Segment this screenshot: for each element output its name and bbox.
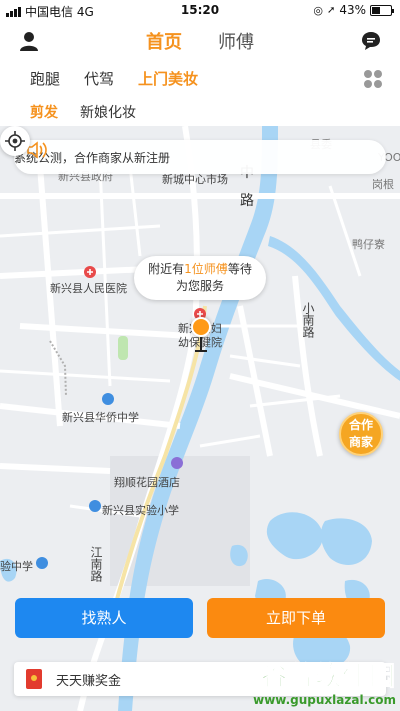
status-right: ◎ ➚ 43% — [313, 3, 394, 17]
location-pin-icon — [191, 317, 211, 337]
more-categories-icon[interactable] — [364, 70, 382, 88]
find-acquaintance-button[interactable]: 找熟人 — [15, 598, 193, 638]
map-label-huaqiao-school: 新兴县华侨中学 — [62, 411, 139, 424]
map-label-road-lu: 路 — [240, 193, 254, 209]
sub-service-row: 剪发 新娘化妆 — [30, 102, 136, 122]
tab-home[interactable]: 首页 — [146, 28, 182, 54]
reward-text: 天天赚奖金 — [56, 673, 122, 689]
map-label-mingxiang-road: 小南路 — [301, 302, 315, 338]
location-icon: ◎ — [313, 3, 323, 17]
map-label-gangtou: 岗根 — [372, 178, 394, 191]
subservice-bridal-makeup[interactable]: 新娘化妆 — [80, 102, 136, 122]
message-icon[interactable] — [360, 30, 382, 52]
map-label-hotel: 翔顺花园酒店 — [114, 476, 180, 489]
map-label-yazai: 鸭仔寮 — [352, 238, 385, 251]
watermark-title: 谷普软件园 — [260, 662, 396, 693]
map-view[interactable]: 新兴县政府 新城中心市场 中 路 县委 YOO 岗根 鸭仔寮 小南路 新兴县人民… — [0, 126, 400, 711]
partner-merchant-button[interactable]: 合作 商家 — [339, 412, 383, 456]
nearby-masters-bubble: 附近有1位师傅等待 为您服务 — [134, 256, 266, 300]
subservice-haircut[interactable]: 剪发 — [30, 102, 58, 122]
master-count: 1位师傅 — [184, 262, 228, 276]
service-categories: 跑腿 代驾 上门美妆 — [30, 68, 198, 89]
bubble-line-2: 为您服务 — [175, 279, 224, 293]
battery-percent: 43% — [339, 3, 366, 17]
place-order-button[interactable]: 立即下单 — [207, 598, 385, 638]
map-label-jiangbei-road: 江南路 — [89, 546, 103, 582]
service-driver[interactable]: 代驾 — [84, 68, 114, 89]
pin-stick — [200, 337, 202, 351]
announcement-bar[interactable]: 系统公测，合作商家从新注册 — [14, 140, 386, 174]
red-envelope-icon — [26, 669, 42, 689]
site-watermark: 谷普软件园 www.gupuxlazal.com — [253, 656, 396, 708]
map-label-middle-school: 验中学 — [0, 560, 33, 573]
status-bar: 中国电信 4G 15:20 ◎ ➚ 43% — [0, 0, 400, 20]
top-header: 首页 师傅 — [0, 20, 400, 64]
main-tabs: 首页 师傅 — [0, 28, 400, 54]
direction-icon: ➚ — [326, 4, 336, 16]
battery-fill — [372, 6, 380, 14]
tab-masters[interactable]: 师傅 — [218, 28, 254, 54]
bubble-line-1: 附近有1位师傅等待 — [148, 262, 252, 276]
map-label-experimental-school: 新兴县实验小学 — [102, 504, 179, 517]
service-home-makeup[interactable]: 上门美妆 — [138, 68, 198, 89]
battery-icon — [370, 4, 394, 16]
pin-base — [195, 350, 207, 352]
map-label-people-hospital: 新兴县人民医院 — [50, 282, 127, 295]
watermark-url: www.gupuxlazal.com — [253, 693, 396, 707]
service-errand[interactable]: 跑腿 — [30, 68, 60, 89]
locate-me-icon[interactable] — [0, 126, 30, 156]
